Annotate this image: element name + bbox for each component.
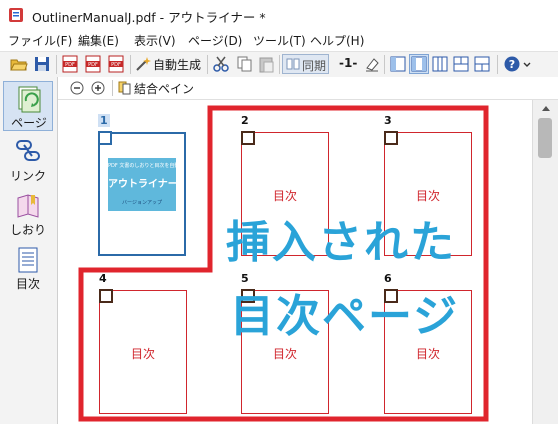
toc-page: 目次 xyxy=(99,290,187,414)
cover-image: PDF 文書のしおりと目次を自動作成 アウトライナー3 バージョンアップ xyxy=(108,158,176,211)
eraser-icon[interactable] xyxy=(363,55,381,73)
auto-generate-button[interactable]: 自動生成 xyxy=(153,56,201,73)
zoom-in-icon[interactable] xyxy=(91,81,105,95)
combine-pane-icon xyxy=(118,81,131,95)
layout-single-icon[interactable] xyxy=(389,55,407,73)
scroll-up-icon[interactable] xyxy=(541,104,551,112)
page-indicator: -1- xyxy=(339,56,358,70)
cover-top-text: PDF 文書のしおりと目次を自動作成 xyxy=(108,163,176,169)
page-number: 1 xyxy=(98,114,110,127)
magic-wand-icon[interactable] xyxy=(134,55,152,73)
zoom-out-icon[interactable] xyxy=(70,81,84,95)
sync-label: 同期 xyxy=(302,59,327,73)
save-icon[interactable] xyxy=(33,55,51,73)
chevron-down-icon[interactable] xyxy=(522,55,532,73)
cut-icon[interactable] xyxy=(212,55,230,73)
vertical-scrollbar[interactable] xyxy=(532,100,558,424)
page-icon xyxy=(18,86,41,113)
link-icon xyxy=(16,140,40,161)
page-pane-toolbar: 結合ペイン xyxy=(58,77,558,100)
sidebar-item-links[interactable]: リンク xyxy=(3,135,53,185)
cover-page: PDF 文書のしおりと目次を自動作成 アウトライナー3 バージョンアップ xyxy=(98,132,186,256)
sidebar-item-toc[interactable]: 目次 xyxy=(3,243,53,293)
svg-text:PDF: PDF xyxy=(88,62,98,68)
bookmark-icon xyxy=(17,194,39,218)
layout-split-icon[interactable] xyxy=(452,55,470,73)
menu-edit[interactable]: 編集(E) xyxy=(78,32,119,49)
menu-bar: ファイル(F) 編集(E) 表示(V) ページ(D) ツール(T) ヘルプ(H) xyxy=(0,30,558,51)
page-number: 4 xyxy=(99,272,107,285)
page-content-label: 目次 xyxy=(272,189,297,203)
sidebar-label-bookmarks: しおり xyxy=(9,223,46,237)
cover-subtitle: バージョンアップ xyxy=(122,200,162,206)
layout-grid-icon[interactable] xyxy=(473,55,491,73)
toolbar: PDF PDF PDF 自動生成 同期 -1- ? xyxy=(0,51,558,78)
page-checkbox[interactable] xyxy=(98,131,112,145)
menu-help[interactable]: ヘルプ(H) xyxy=(310,32,364,49)
page-content-label: 目次 xyxy=(130,347,155,361)
menu-view[interactable]: 表示(V) xyxy=(134,32,176,49)
combine-pane-button[interactable]: 結合ペイン xyxy=(116,79,196,97)
open-folder-icon[interactable] xyxy=(10,55,28,73)
sidebar-item-bookmarks[interactable]: しおり xyxy=(3,189,53,239)
pdf-export-icon[interactable]: PDF xyxy=(61,55,79,73)
page-content-label: 目次 xyxy=(415,347,440,361)
svg-text:?: ? xyxy=(509,58,515,71)
page-thumbnail-area[interactable]: 1 PDF 文書のしおりと目次を自動作成 アウトライナー3 バージョンアップ 2… xyxy=(58,100,532,424)
paste-icon[interactable] xyxy=(257,55,275,73)
sync-icon xyxy=(286,58,300,70)
page-checkbox[interactable] xyxy=(241,131,255,145)
menu-file[interactable]: ファイル(F) xyxy=(8,32,72,49)
sidebar-label-toc: 目次 xyxy=(15,277,40,291)
combine-pane-label: 結合ペイン xyxy=(134,82,195,96)
sidebar-label-pages: ページ xyxy=(11,116,47,130)
sync-button[interactable]: 同期 xyxy=(282,54,329,74)
page-checkbox[interactable] xyxy=(384,131,398,145)
pdf-bookmark-icon[interactable]: PDF xyxy=(107,55,125,73)
pdf-toc-icon[interactable]: PDF xyxy=(84,55,102,73)
window-title: OutlinerManualJ.pdf - アウトライナー * xyxy=(32,10,266,25)
toc-icon xyxy=(18,247,38,273)
cover-title: アウトライナー3 xyxy=(108,179,176,190)
svg-text:PDF: PDF xyxy=(111,62,121,68)
copy-icon[interactable] xyxy=(235,55,253,73)
page-content-label: 目次 xyxy=(272,347,297,361)
page-content-label: 目次 xyxy=(415,189,440,203)
annotation-line-2: 目次ページ xyxy=(230,291,460,342)
scroll-thumb[interactable] xyxy=(538,118,552,158)
sidebar-label-links: リンク xyxy=(9,169,46,183)
page-number: 2 xyxy=(241,114,249,127)
menu-page[interactable]: ページ(D) xyxy=(188,32,242,49)
svg-text:PDF: PDF xyxy=(65,62,75,68)
help-icon[interactable]: ? xyxy=(503,55,521,73)
layout-double-icon[interactable] xyxy=(409,54,429,74)
app-icon xyxy=(9,8,23,22)
sidebar: ページ リンク しおり 目次 xyxy=(0,77,58,424)
annotation-line-1: 挿入された xyxy=(226,217,456,268)
sidebar-item-pages[interactable]: ページ xyxy=(3,81,53,131)
menu-tools[interactable]: ツール(T) xyxy=(253,32,306,49)
layout-triple-icon[interactable] xyxy=(431,55,449,73)
title-bar: OutlinerManualJ.pdf - アウトライナー * xyxy=(0,0,558,30)
page-checkbox[interactable] xyxy=(99,289,113,303)
page-number: 3 xyxy=(384,114,392,127)
